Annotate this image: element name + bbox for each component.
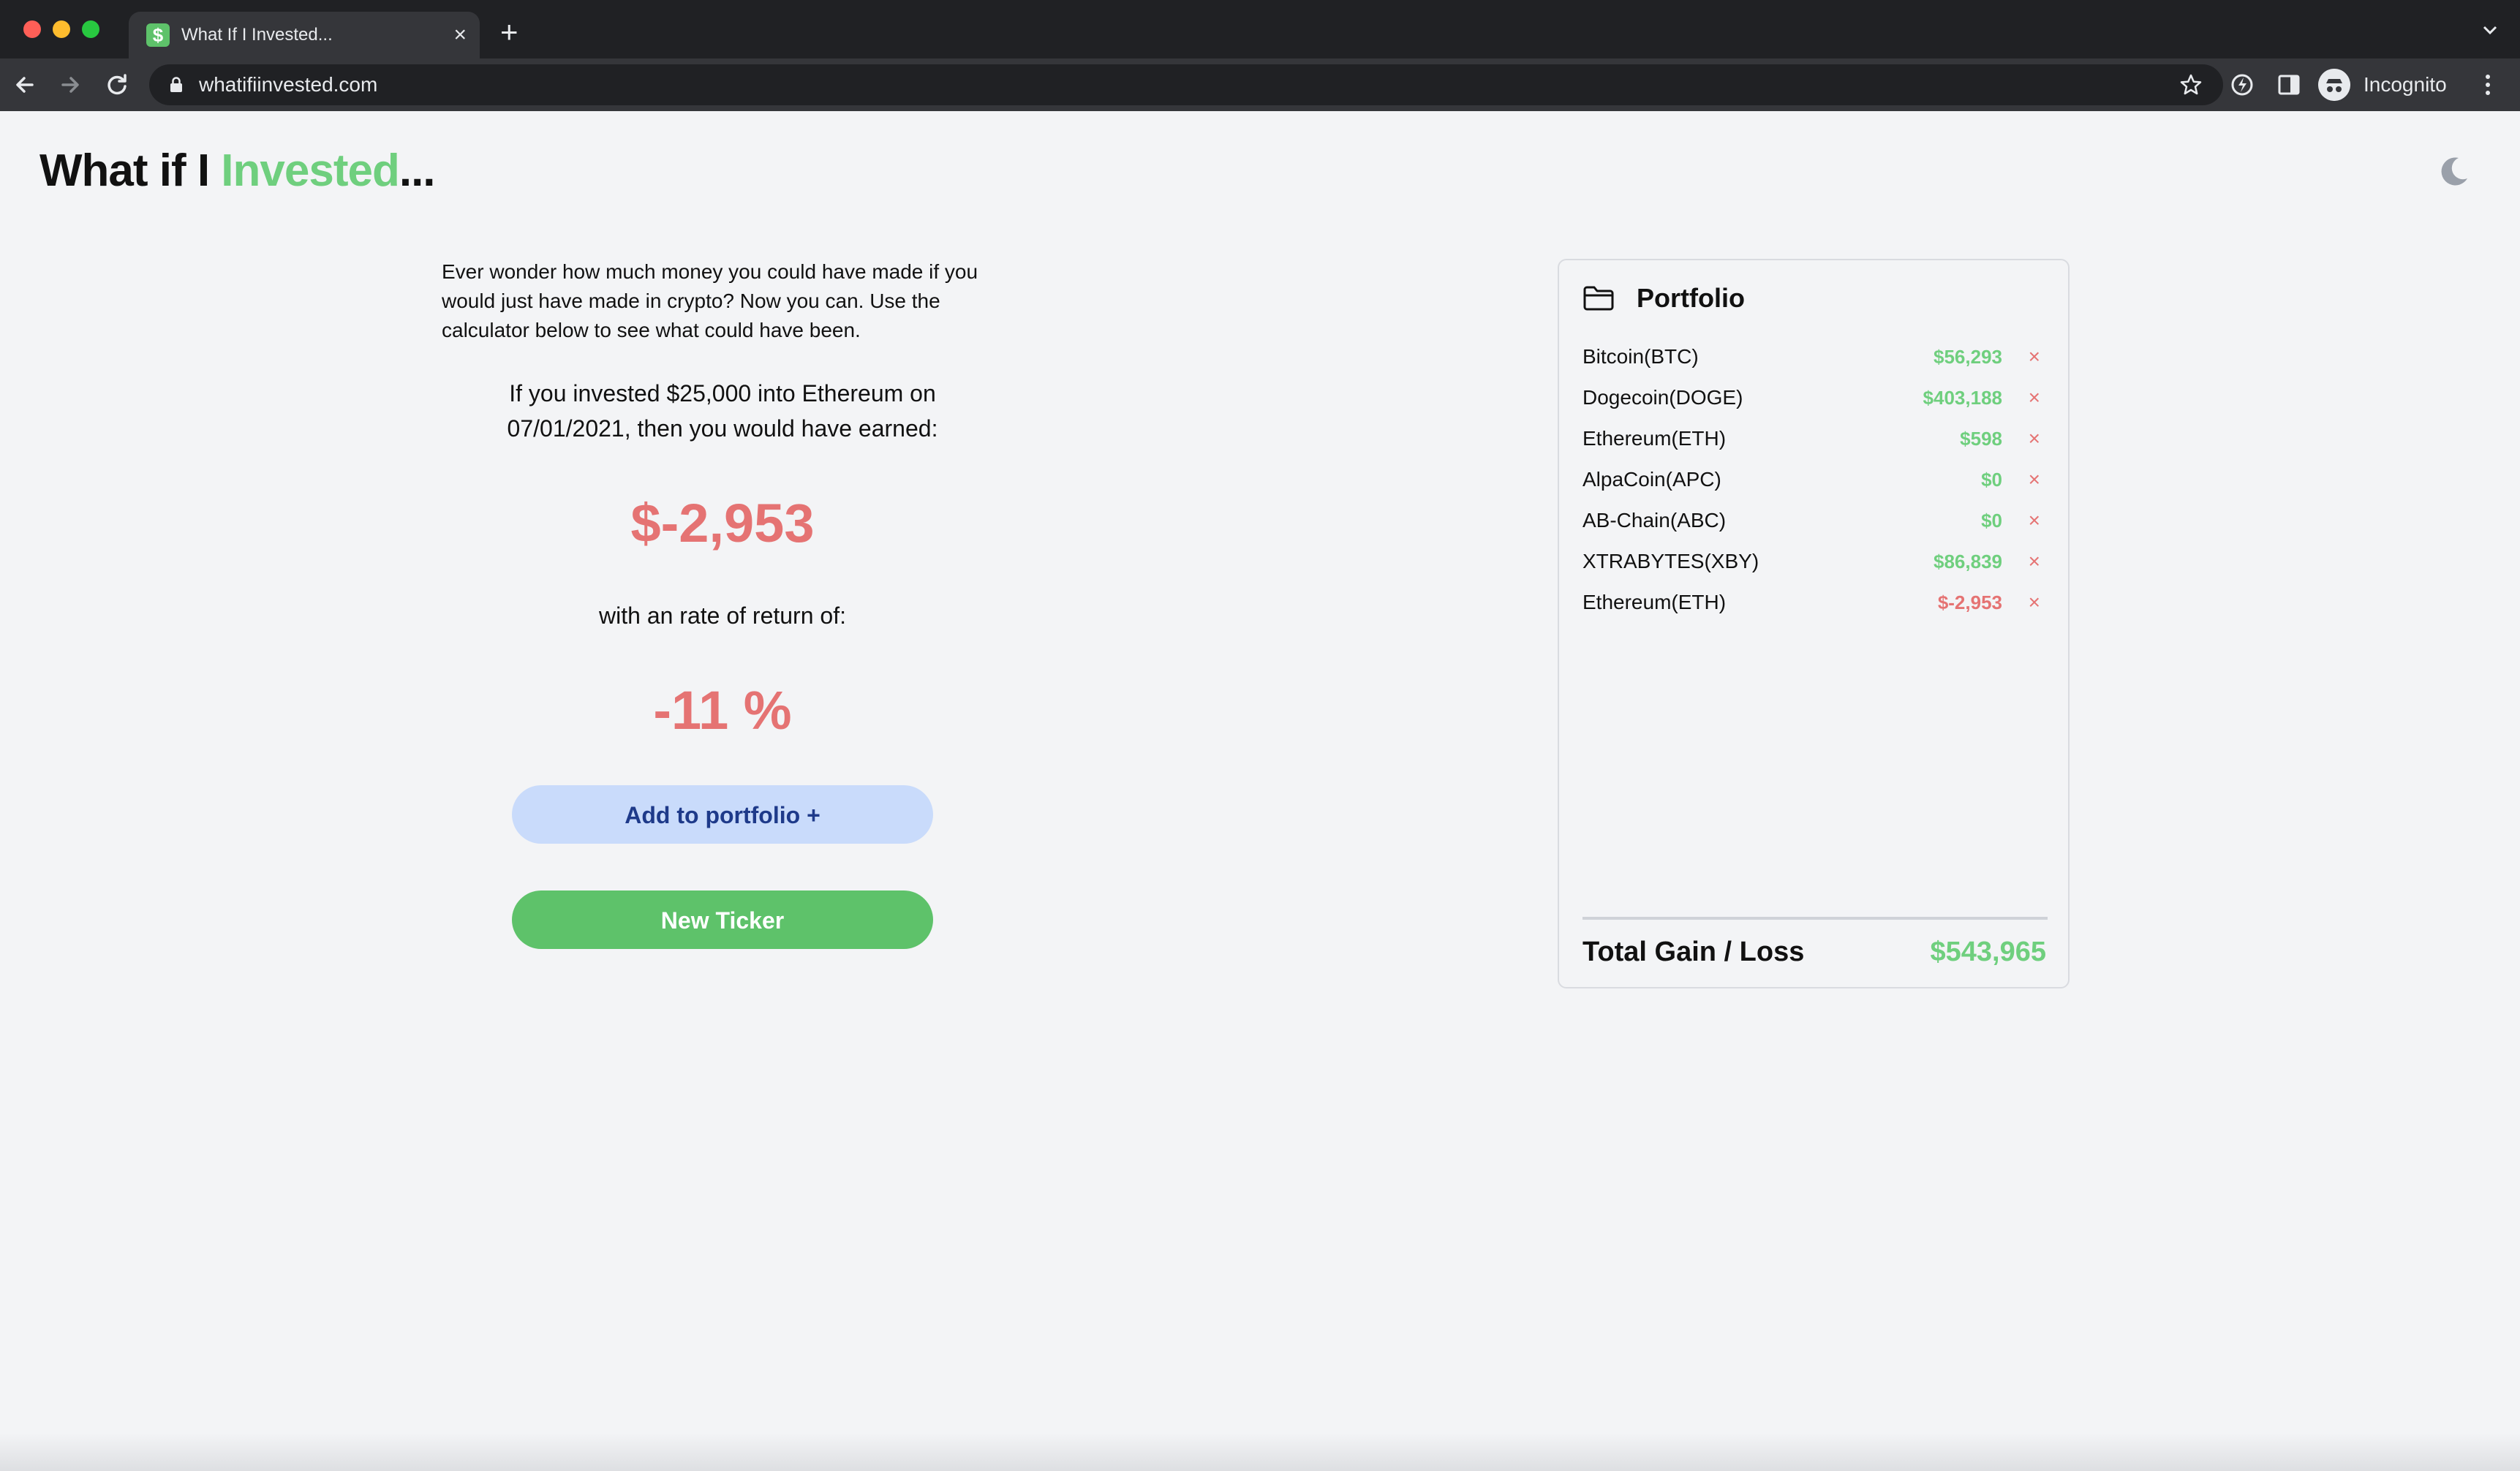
portfolio-list: Bitcoin(BTC) $56,293 × Dogecoin(DOGE) $4… bbox=[1582, 336, 2048, 623]
intro-text: Ever wonder how much money you could hav… bbox=[442, 260, 978, 341]
incognito-icon bbox=[2318, 69, 2350, 101]
remove-item-icon[interactable]: × bbox=[2029, 589, 2040, 616]
folder-icon bbox=[1583, 286, 1614, 311]
portfolio-item: Ethereum(ETH) $598 × bbox=[1582, 418, 2048, 459]
back-arrow-icon[interactable] bbox=[12, 72, 38, 98]
portfolio-item: AB-Chain(ABC) $0 × bbox=[1582, 500, 2048, 541]
forward-arrow-icon[interactable] bbox=[57, 72, 83, 98]
tab-title: What If I Invested... bbox=[181, 25, 333, 45]
address-bar[interactable]: whatifiinvested.com bbox=[149, 64, 2223, 105]
lock-icon[interactable] bbox=[170, 77, 183, 93]
result-line-1: If you invested $25,000 into Ethereum on bbox=[509, 380, 936, 406]
new-ticker-button[interactable]: New Ticker bbox=[512, 890, 933, 949]
portfolio-item: Ethereum(ETH) $-2,953 × bbox=[1582, 582, 2048, 623]
remove-item-icon[interactable]: × bbox=[2029, 507, 2040, 534]
remove-item-icon[interactable]: × bbox=[2029, 385, 2040, 411]
total-gain-loss-value: $543,965 bbox=[1930, 937, 2047, 967]
browser-tab-strip: $ What If I Invested... × + bbox=[0, 0, 2520, 58]
rate-of-return-value: -11 % bbox=[653, 680, 792, 741]
remove-item-icon[interactable]: × bbox=[2029, 344, 2040, 370]
total-gain-loss-label: Total Gain / Loss bbox=[1582, 937, 1805, 967]
portfolio-item-value: $403,188 bbox=[1923, 387, 2002, 409]
portfolio-item: XTRABYTES(XBY) $86,839 × bbox=[1582, 541, 2048, 582]
new-tab-button[interactable]: + bbox=[500, 15, 518, 50]
portfolio-item: Bitcoin(BTC) $56,293 × bbox=[1582, 336, 2048, 377]
browser-toolbar: whatifiinvested.com bbox=[0, 58, 2520, 111]
result-line-2: 07/01/2021, then you would have earned: bbox=[507, 415, 938, 442]
portfolio-item-value: $598 bbox=[1960, 428, 2002, 450]
bookmark-star-icon[interactable] bbox=[2179, 73, 2203, 97]
logo-ellipsis: ... bbox=[399, 145, 436, 196]
site-logo[interactable]: What if I Invested... bbox=[39, 142, 436, 200]
logo-text: What if I bbox=[39, 145, 222, 196]
portfolio-item-value: $-2,953 bbox=[1937, 591, 2002, 613]
logo-accent-text: Invested bbox=[221, 145, 400, 196]
url-text[interactable]: whatifiinvested.com bbox=[199, 73, 377, 97]
portfolio-item-value: $0 bbox=[1981, 510, 2002, 532]
close-window-button[interactable] bbox=[23, 20, 41, 38]
portfolio-title: Portfolio bbox=[1637, 283, 1745, 313]
moon-icon[interactable] bbox=[2438, 155, 2470, 187]
result-sentence: If you invested $25,000 into Ethereum on… bbox=[468, 376, 977, 446]
portfolio-item-value: $0 bbox=[1981, 469, 2002, 491]
reload-icon[interactable] bbox=[104, 72, 130, 98]
portfolio-item: AlpaCoin(APC) $0 × bbox=[1582, 459, 2048, 500]
portfolio-item-name: Dogecoin(DOGE) bbox=[1582, 386, 1743, 409]
profile-label: Incognito bbox=[2364, 73, 2447, 96]
browser-menu-icon[interactable] bbox=[2481, 72, 2495, 98]
portfolio-item-name: Ethereum(ETH) bbox=[1582, 591, 1727, 613]
portfolio-divider bbox=[1582, 917, 2048, 920]
portfolio-item-name: AlpaCoin(APC) bbox=[1582, 468, 1721, 491]
browser-tab[interactable]: $ What If I Invested... × bbox=[129, 12, 480, 58]
maximize-window-button[interactable] bbox=[82, 20, 99, 38]
add-to-portfolio-button[interactable]: Add to portfolio + bbox=[512, 785, 933, 844]
close-tab-icon[interactable]: × bbox=[453, 22, 467, 48]
minimize-window-button[interactable] bbox=[53, 20, 70, 38]
portfolio-item: Dogecoin(DOGE) $403,188 × bbox=[1582, 377, 2048, 418]
remove-item-icon[interactable]: × bbox=[2029, 426, 2040, 452]
chevron-down-icon[interactable] bbox=[2482, 22, 2498, 38]
page-bottom-shadow bbox=[0, 1433, 2520, 1471]
dollar-favicon-icon: $ bbox=[146, 23, 170, 47]
remove-item-icon[interactable]: × bbox=[2029, 466, 2040, 493]
earned-amount: $-2,953 bbox=[630, 493, 815, 553]
portfolio-item-value: $56,293 bbox=[1934, 346, 2002, 368]
extension-icon[interactable] bbox=[2229, 72, 2255, 98]
portfolio-item-value: $86,839 bbox=[1934, 551, 2002, 572]
portfolio-item-name: Ethereum(ETH) bbox=[1582, 427, 1727, 450]
portfolio-panel: Portfolio Bitcoin(BTC) $56,293 × Dogecoi… bbox=[1558, 259, 2070, 988]
rate-of-return-label: with an rate of return of: bbox=[599, 602, 846, 629]
side-panel-icon[interactable] bbox=[2276, 72, 2302, 98]
portfolio-item-name: Bitcoin(BTC) bbox=[1582, 345, 1699, 368]
remove-item-icon[interactable]: × bbox=[2029, 548, 2040, 575]
portfolio-item-name: AB-Chain(ABC) bbox=[1582, 509, 1727, 532]
portfolio-item-name: XTRABYTES(XBY) bbox=[1582, 550, 1759, 572]
